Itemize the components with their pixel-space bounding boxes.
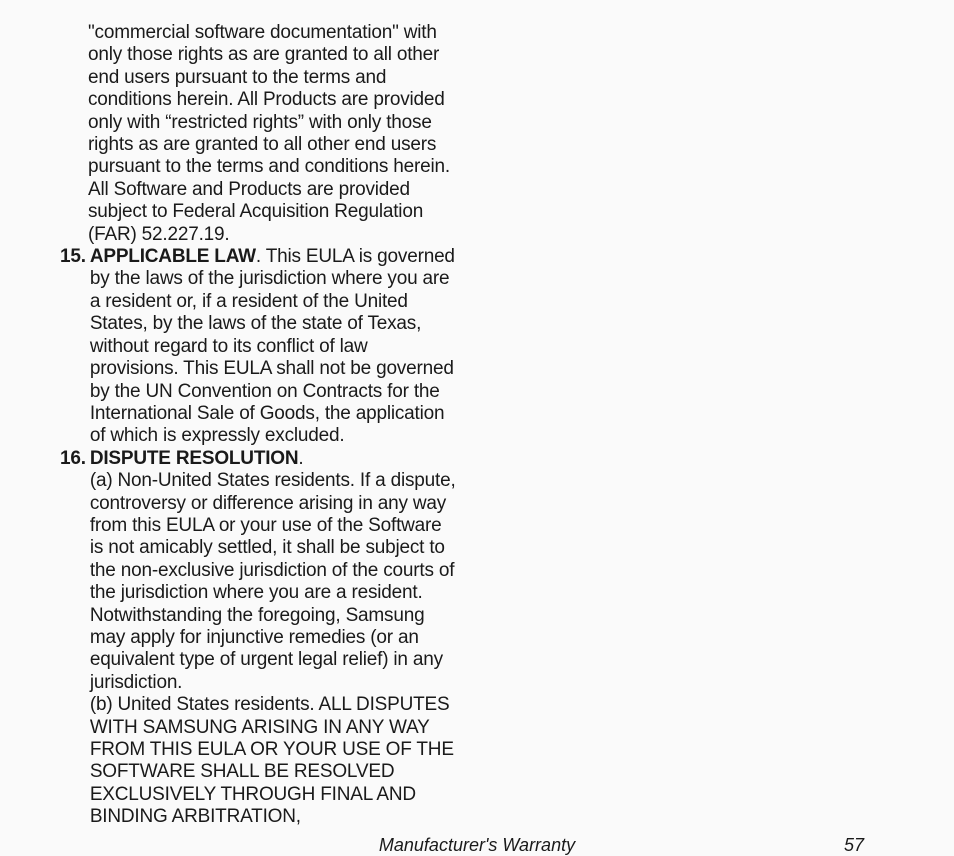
clause-text-b: (b) United States residents. ALL DISPUTE… [90, 694, 454, 827]
clause-body: APPLICABLE LAW. This EULA is governed by… [90, 246, 458, 448]
clause-15: 15. APPLICABLE LAW. This EULA is governe… [60, 246, 458, 448]
clause-16: 16. DISPUTE RESOLUTION. (a) Non-United S… [60, 448, 458, 829]
clause-number: 16. [60, 448, 90, 829]
clause-body: DISPUTE RESOLUTION. (a) Non-United State… [90, 448, 458, 829]
clause-14-continuation: "commercial software documentation" with… [60, 22, 458, 246]
clause-period: . [298, 448, 303, 469]
clause-text-a: (a) Non-United States residents. If a di… [90, 470, 456, 693]
document-page: "commercial software documentation" with… [0, 0, 954, 573]
clause-text: . This EULA is governed by the laws of t… [90, 246, 455, 446]
page-body: "commercial software documentation" with… [60, 22, 894, 829]
footer-page-number: 57 [844, 835, 864, 856]
clause-number: 15. [60, 246, 90, 448]
clause-heading: APPLICABLE LAW [90, 246, 256, 267]
footer-title: Manufacturer's Warranty [60, 835, 894, 856]
clause-heading: DISPUTE RESOLUTION [90, 448, 299, 469]
clause-text: "commercial software documentation" with… [88, 22, 450, 245]
